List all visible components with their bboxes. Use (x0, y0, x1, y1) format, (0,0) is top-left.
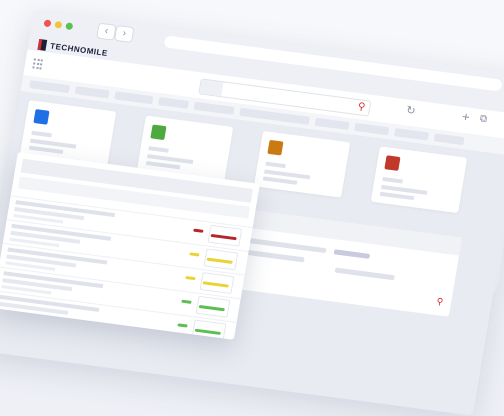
close-window-button[interactable] (43, 19, 52, 28)
status-tag (189, 252, 200, 257)
card-color-icon (384, 155, 401, 171)
search-scope-select[interactable] (199, 79, 224, 97)
summary-card[interactable] (370, 146, 468, 214)
logo-mark-icon (37, 38, 48, 51)
card-color-icon (150, 124, 167, 141)
nav-tab[interactable] (114, 91, 154, 105)
nav-tab[interactable] (314, 117, 350, 131)
nav-tab[interactable] (74, 86, 110, 99)
chevron-right-icon[interactable]: › (113, 24, 135, 44)
nav-tab[interactable] (354, 122, 390, 136)
nav-tab[interactable] (393, 128, 429, 141)
card-color-icon (267, 139, 284, 156)
nav-tab[interactable] (29, 80, 71, 94)
refresh-icon[interactable]: ↻ (405, 104, 416, 118)
search-icon[interactable]: ⚲ (436, 296, 444, 308)
plus-icon[interactable]: + (461, 109, 471, 125)
apps-grid-icon[interactable] (32, 58, 44, 70)
search-icon[interactable]: ⚲ (357, 101, 366, 113)
maximize-window-button[interactable] (65, 22, 74, 31)
status-tag (185, 275, 196, 281)
minimize-window-button[interactable] (54, 20, 63, 29)
card-color-icon (33, 109, 50, 125)
summary-card[interactable] (253, 130, 351, 198)
status-tag (181, 299, 192, 304)
copy-icon[interactable]: ⧉ (479, 113, 488, 125)
status-tag (193, 228, 204, 233)
opportunity-table-card (0, 152, 260, 340)
detail-panel-header (240, 209, 462, 256)
status-tag (177, 323, 188, 328)
nav-tab[interactable] (157, 97, 190, 109)
nav-tab[interactable] (433, 133, 465, 146)
nav-tab[interactable] (193, 101, 235, 115)
detail-panel: ⚲ (230, 209, 462, 317)
